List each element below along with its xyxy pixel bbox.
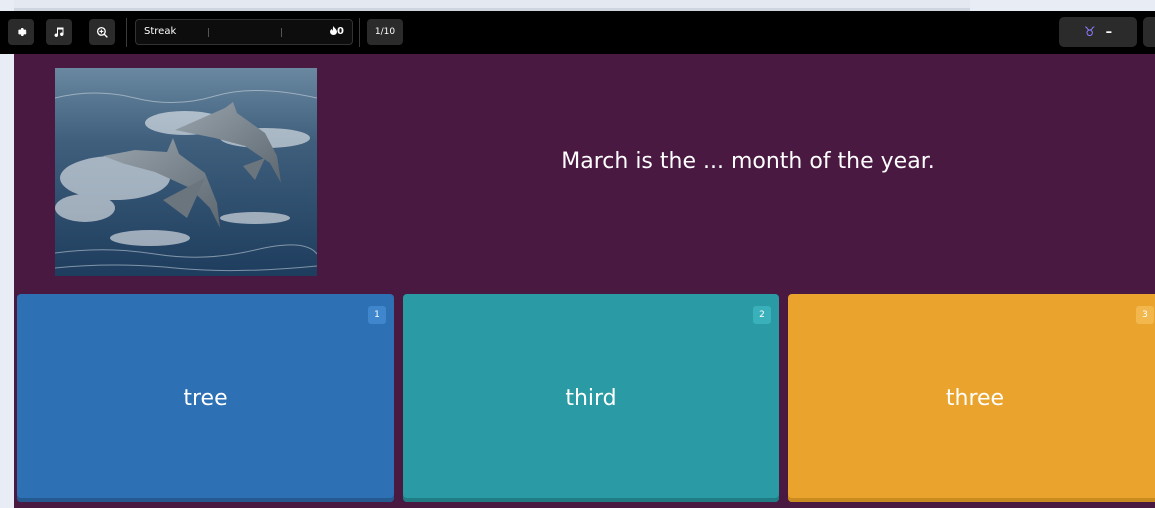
option-number-badge: 1 [368,306,386,324]
powerup-button[interactable]: ♉ – [1059,17,1137,47]
streak-label: Streak [144,26,177,37]
dolphins-image [55,68,317,276]
question-counter: 1/10 [367,19,403,45]
taurus-icon: ♉ [1083,24,1096,40]
powerup-value: – [1105,24,1113,40]
flame-icon [330,26,337,35]
game-toolbar: Streak 0 1/10 ♉ – [0,11,1155,54]
option-3-card[interactable]: 3 three [788,294,1155,502]
fullscreen-button[interactable] [1143,17,1155,47]
streak-count: 0 [337,26,344,37]
option-1-card[interactable]: 1 tree [17,294,394,502]
music-button[interactable] [46,19,72,45]
question-text: March is the ... month of the year. [561,149,935,174]
streak-meter: Streak 0 [135,19,353,45]
left-gutter [0,0,14,508]
option-2-card[interactable]: 2 third [403,294,779,502]
streak-count-wrap: 0 [330,26,344,37]
option-3-label: three [945,385,1005,411]
streak-tick [208,28,209,37]
option-2-label: third [565,385,617,411]
option-1-label: tree [183,385,228,411]
zoom-in-icon [96,26,108,38]
streak-tick [281,28,282,37]
question-container: March is the ... month of the year. 1 tr… [14,54,1155,508]
gear-icon [18,28,27,36]
option-number-badge: 3 [1136,306,1154,324]
zoom-button[interactable] [89,19,115,45]
toolbar-divider [126,18,127,47]
settings-button[interactable] [8,19,34,45]
option-number-badge: 2 [753,306,771,324]
music-note-icon [54,27,64,37]
toolbar-divider [359,18,360,47]
